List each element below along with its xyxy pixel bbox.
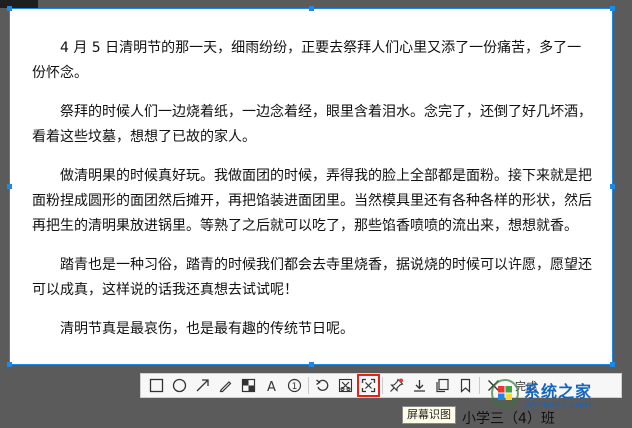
undo-tool[interactable] xyxy=(311,374,334,397)
text-tool[interactable]: A xyxy=(260,374,283,397)
copy-icon xyxy=(436,378,449,393)
scissors-icon xyxy=(338,378,353,393)
paragraph: 踏青也是一种习俗，踏青的时候我们都会去寺里烧香，据说烧的时候可以许愿，愿望还可以… xyxy=(32,257,592,298)
resize-handle-bottom-right[interactable] xyxy=(610,362,615,367)
tooltip: 屏幕识图 xyxy=(402,406,456,424)
mosaic-icon xyxy=(241,378,256,393)
text-icon: A xyxy=(267,380,276,393)
pin-icon xyxy=(390,378,404,392)
arrow-tool[interactable] xyxy=(191,374,214,397)
pencil-icon xyxy=(219,381,232,393)
background-text: 小学三（4）班 xyxy=(462,411,555,427)
paragraph: 4 月 5 日清明节的那一天，细雨纷纷，正要去祭拜人们心里又添了一份痛苦，多了一… xyxy=(32,40,582,81)
paragraph: 祭拜的时候人们一边烧着纸，一边念着经，眼里含着泪水。念完了，还倒了好几坏酒，看着… xyxy=(32,104,592,145)
resize-handle-left[interactable] xyxy=(7,184,12,189)
bookmark-icon xyxy=(460,378,471,393)
numbered-circle-icon: 1 xyxy=(287,378,302,393)
resize-handle-top-left[interactable] xyxy=(7,6,12,11)
svg-text:A: A xyxy=(267,380,276,393)
document-body: 4 月 5 日清明节的那一天，细雨纷纷，正要去祭拜人们心里又添了一份痛苦，多了一… xyxy=(10,9,612,342)
mosaic-tool[interactable] xyxy=(237,374,260,397)
paragraph: 清明节真是最哀伤，也是最有趣的传统节日呢。 xyxy=(60,321,354,337)
resize-handle-right[interactable] xyxy=(610,184,615,189)
toolbar-separator xyxy=(479,377,480,394)
paragraph: 做清明果的时候真好玩。我做面团的时候，弄得我的脸上全部都是面粉。接下来就是把面粉… xyxy=(32,168,592,234)
bookmark-tool[interactable] xyxy=(454,374,477,397)
undo-icon xyxy=(316,379,329,391)
rectangle-tool[interactable] xyxy=(145,374,168,397)
screen-recognize-icon xyxy=(361,378,376,393)
screen-recognition-tool[interactable] xyxy=(357,374,380,397)
svg-text:1: 1 xyxy=(292,382,298,392)
capture-area[interactable]: 4 月 5 日清明节的那一天，细雨纷纷，正要去祭拜人们心里又添了一份痛苦，多了一… xyxy=(9,8,613,365)
arrow-icon xyxy=(196,379,209,392)
pen-tool[interactable] xyxy=(214,374,237,397)
download-tool[interactable] xyxy=(408,374,431,397)
number-tool[interactable]: 1 xyxy=(283,374,306,397)
resize-handle-top[interactable] xyxy=(309,6,314,11)
window-edge xyxy=(0,0,38,8)
rectangle-icon xyxy=(149,378,164,393)
watermark-title: 系统之家 xyxy=(524,382,593,401)
pin-tool[interactable] xyxy=(385,374,408,397)
resize-handle-bottom[interactable] xyxy=(309,362,314,367)
circle-icon xyxy=(172,378,187,393)
download-icon xyxy=(414,380,425,392)
toolbar-separator xyxy=(382,377,383,394)
copy-tool[interactable] xyxy=(431,374,454,397)
resize-handle-bottom-left[interactable] xyxy=(7,362,12,367)
scissors-tool[interactable] xyxy=(334,374,357,397)
windows-logo-icon xyxy=(491,379,519,407)
toolbar-separator xyxy=(308,377,309,394)
screenshot-stage: 4 月 5 日清明节的那一天，细雨纷纷，正要去祭拜人们心里又添了一份痛苦，多了一… xyxy=(0,0,632,428)
resize-handle-top-right[interactable] xyxy=(610,6,615,11)
ellipse-tool[interactable] xyxy=(168,374,191,397)
